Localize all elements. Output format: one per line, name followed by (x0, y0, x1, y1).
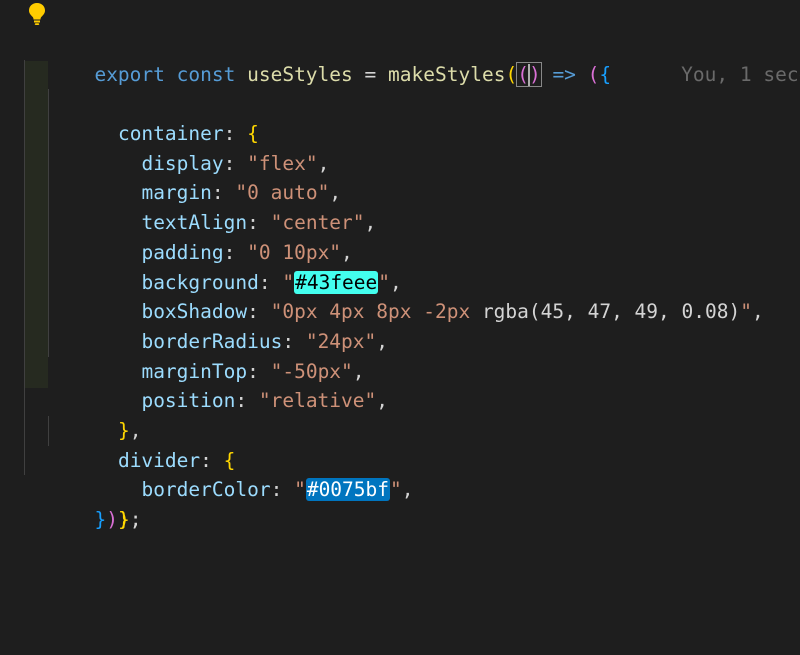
code-line[interactable]: export const useStyles = makeStyles(() =… (24, 30, 800, 87)
code-line[interactable]: textAlign: "center", (24, 148, 800, 234)
indent-guide (24, 148, 25, 179)
paren-close: ) (106, 508, 118, 532)
paren-close: ) (117, 508, 130, 532)
indent-guide (47, 119, 49, 149)
code-line[interactable]: container: { (24, 59, 800, 145)
indent-guide (24, 326, 25, 357)
indent-guide (47, 326, 49, 357)
indent-guide (47, 415, 49, 446)
code-line[interactable]: padding: "0 10px", (24, 178, 800, 264)
indent-guide (24, 267, 25, 298)
code-editor[interactable]: export const useStyles = makeStyles(() =… (0, 0, 800, 655)
indent-guide (47, 237, 49, 268)
indent-guide (24, 119, 25, 149)
indent-guide (24, 415, 25, 446)
indent-guide (47, 267, 49, 298)
code-line[interactable]: margin: "0 auto", (24, 119, 800, 204)
indent-guide (24, 208, 25, 238)
indent-guide (47, 297, 49, 327)
code-lines: export const useStyles = makeStyles(() =… (24, 30, 800, 531)
brace-close: } (94, 508, 107, 532)
indent-guide (24, 178, 25, 209)
indent-guide (47, 148, 49, 179)
code-line[interactable]: divider: { (24, 386, 800, 472)
indent-guide (24, 237, 25, 268)
indent-guide (47, 178, 49, 209)
code-line[interactable]: }, (24, 445, 800, 531)
indent-guide (24, 89, 25, 120)
indent-guide (24, 386, 25, 416)
indent-guide (47, 89, 49, 120)
code-line[interactable]: borderRadius: "24px", (24, 267, 800, 353)
code-line[interactable]: })); (24, 475, 800, 531)
code-line[interactable]: marginTop: "-50px", (24, 297, 800, 383)
indent-guide (24, 445, 25, 476)
indent-guide (47, 208, 49, 238)
code-line[interactable]: }, (24, 356, 800, 442)
indent-guide (24, 59, 25, 90)
code-line[interactable]: background: "#43feee", (24, 208, 800, 294)
code-line[interactable]: position: "relative", (24, 326, 800, 412)
indent-guide (24, 356, 25, 387)
indent-guide (24, 297, 25, 327)
code-line[interactable]: display: "flex", (24, 89, 800, 175)
code-line[interactable]: borderColor: "#0075bf", (24, 415, 800, 502)
lightbulb-icon[interactable] (27, 2, 47, 26)
code-line[interactable]: boxShadow: "0px 4px 8px -2px rgba(45, 47… (24, 237, 800, 323)
